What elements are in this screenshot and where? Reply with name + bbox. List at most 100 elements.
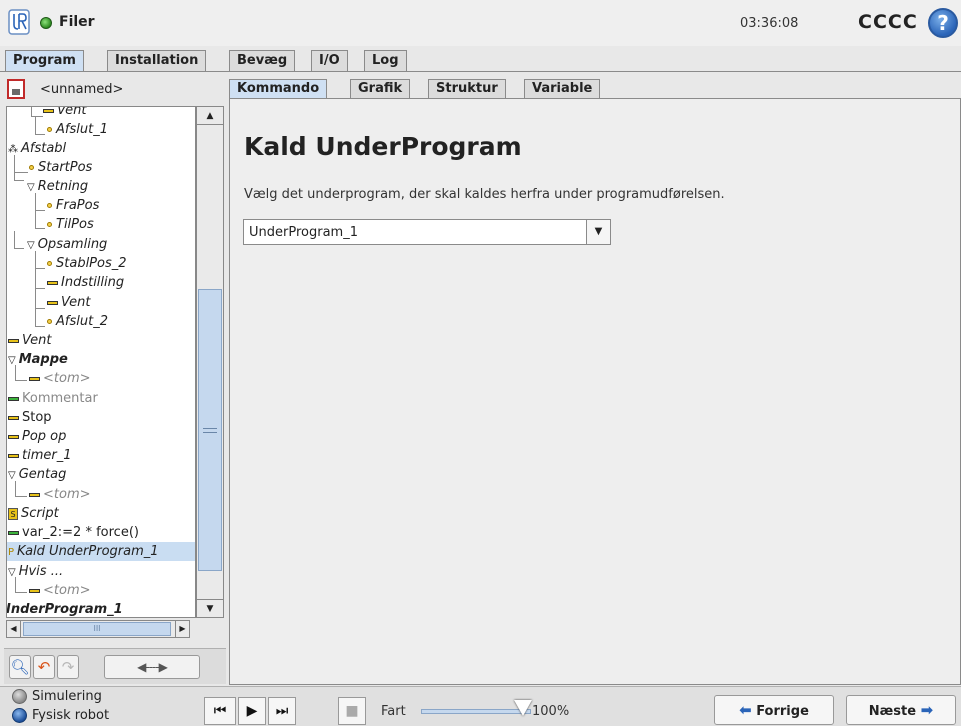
tree-item[interactable]: <tom> — [29, 485, 91, 504]
tree-item[interactable]: StablPos_2 — [47, 254, 127, 273]
undo-icon[interactable]: ↶ — [33, 655, 55, 679]
folder-triangle-icon: ▽ — [27, 240, 35, 251]
tree-item[interactable]: Stop — [8, 408, 52, 427]
tree-item[interactable]: StartPos — [29, 158, 92, 177]
popup-icon — [8, 434, 19, 439]
tree-item[interactable]: <tom> — [29, 369, 91, 388]
mode-real-robot-option[interactable]: Fysisk robot — [12, 708, 109, 723]
tab-variable[interactable]: Variable — [524, 79, 601, 99]
tree-connector — [35, 269, 45, 289]
timer-icon — [8, 453, 19, 458]
program-tree-panel: <unnamed> Vent Afslut_1 ⁂ Afstabl StartPo… — [4, 74, 226, 685]
tab-grafik[interactable]: Grafik — [350, 79, 411, 99]
radio-icon — [12, 708, 27, 723]
tab-struktur[interactable]: Struktur — [428, 79, 506, 99]
tree-item[interactable]: Afslut_2 — [47, 312, 108, 331]
arrow-left-icon: ⬅ — [739, 701, 752, 719]
empty-icon — [29, 588, 40, 593]
program-tree[interactable]: Vent Afslut_1 ⁂ Afstabl StartPos ▽ Retning… — [6, 106, 196, 618]
wait-icon — [47, 300, 58, 305]
tree-horizontal-scrollbar[interactable]: ◀ III ▶ — [6, 620, 190, 638]
empty-icon — [29, 492, 40, 497]
tree-toolbar: 🔍︎ ↶ ↷ ◀----▶ — [4, 648, 226, 684]
tree-item[interactable]: ▽ Mappe — [8, 350, 68, 369]
chevron-down-icon[interactable]: ▼ — [586, 220, 610, 244]
tree-item[interactable]: Indstilling — [47, 273, 124, 292]
tree-item[interactable]: ▽ Hvis ... — [8, 562, 63, 581]
tree-item[interactable]: Afslut_1 — [47, 120, 108, 139]
tab-io[interactable]: I/O — [311, 50, 348, 72]
tree-item[interactable]: ▽ Retning — [27, 177, 88, 196]
tree-connector — [35, 211, 45, 229]
tab-program[interactable]: Program — [5, 50, 84, 72]
stop-icon — [8, 415, 19, 420]
tree-connector — [14, 173, 24, 181]
speed-label: Fart — [381, 704, 406, 719]
search-icon[interactable]: 🔍︎ — [9, 655, 31, 679]
script-icon: S — [8, 508, 18, 520]
scroll-thumb[interactable]: III — [23, 622, 171, 636]
file-row: <unnamed> — [4, 76, 226, 104]
tree-item[interactable]: timer_1 — [8, 446, 72, 465]
tree-item[interactable]: var_2:=2 * force() — [8, 523, 139, 542]
clock: 03:36:08 — [740, 16, 799, 31]
help-icon[interactable]: ? — [928, 8, 958, 38]
save-icon[interactable] — [7, 79, 25, 99]
tree-item[interactable]: FraPos — [47, 196, 99, 215]
subprogram-dropdown[interactable]: UnderProgram_1 ▼ — [243, 219, 611, 245]
robot-name: CCCC — [858, 11, 918, 33]
waypoint-icon — [47, 203, 52, 208]
title-bar: Filer 03:36:08 CCCC ? — [0, 0, 961, 46]
wait-icon — [8, 338, 19, 343]
tree-item-selected[interactable]: P Kald UnderProgram_1 — [7, 542, 195, 561]
play-icon[interactable]: ▶ — [238, 697, 266, 725]
redo-icon[interactable]: ↷ — [57, 655, 79, 679]
tab-divider — [0, 71, 961, 72]
stop-icon[interactable]: ■ — [338, 697, 366, 725]
next-button[interactable]: Næste ➡ — [846, 695, 956, 725]
mode-simulation-option[interactable]: Simulering — [12, 689, 102, 704]
tree-item[interactable]: Vent — [43, 107, 86, 120]
tree-item[interactable]: TilPos — [47, 215, 94, 234]
step-icon[interactable]: ⏭︎ — [268, 697, 296, 725]
wait-icon — [43, 108, 54, 113]
tab-kommando[interactable]: Kommando — [229, 79, 328, 99]
previous-button[interactable]: ⬅ Forrige — [714, 695, 834, 725]
page-title: Kald UnderProgram — [244, 132, 522, 161]
ur-logo-icon — [8, 9, 30, 35]
scroll-right-icon[interactable]: ▶ — [175, 621, 189, 637]
scroll-left-icon[interactable]: ◀ — [7, 621, 21, 637]
scroll-down-icon[interactable]: ▼ — [197, 599, 223, 617]
tree-vertical-scrollbar[interactable]: ▲ ▼ — [196, 106, 224, 618]
comment-icon — [8, 396, 19, 401]
tree-item[interactable]: ▽ Gentag — [8, 465, 66, 484]
assignment-icon — [8, 530, 19, 535]
tree-item[interactable]: Vent — [47, 293, 90, 312]
empty-icon — [29, 376, 40, 381]
bottom-bar: Simulering Fysisk robot ⏮︎ ▶ ⏭︎ ■ Fart 1… — [0, 686, 961, 726]
move-node-button[interactable]: ◀----▶ — [104, 655, 200, 679]
waypoint-icon — [47, 222, 52, 227]
skip-to-start-icon[interactable]: ⏮︎ — [204, 697, 236, 725]
waypoint-icon — [47, 127, 52, 132]
dropdown-value: UnderProgram_1 — [249, 225, 358, 240]
tree-item[interactable]: ▽ Opsamling — [27, 235, 107, 254]
tree-item[interactable]: <tom> — [29, 581, 91, 600]
tree-item[interactable]: Kommentar — [8, 389, 98, 408]
tree-item[interactable]: Pop op — [8, 427, 66, 446]
tab-bevaeg[interactable]: Bevæg — [229, 50, 296, 72]
pallet-icon: ⁂ — [8, 144, 18, 155]
speed-slider-handle[interactable] — [514, 700, 532, 716]
tree-connector — [35, 309, 45, 327]
tree-item[interactable]: InderProgram_1 — [7, 600, 123, 617]
tree-item[interactable]: S Script — [8, 504, 59, 523]
subprogram-call-icon: P — [8, 547, 15, 558]
scroll-up-icon[interactable]: ▲ — [197, 107, 223, 125]
scroll-thumb[interactable] — [198, 289, 222, 571]
waypoint-icon — [29, 165, 34, 170]
tree-item[interactable]: ⁂ Afstabl — [8, 139, 66, 158]
tab-log[interactable]: Log — [364, 50, 407, 72]
tree-item[interactable]: Vent — [8, 331, 51, 350]
tree-connector — [14, 231, 24, 249]
tab-installation[interactable]: Installation — [107, 50, 207, 72]
